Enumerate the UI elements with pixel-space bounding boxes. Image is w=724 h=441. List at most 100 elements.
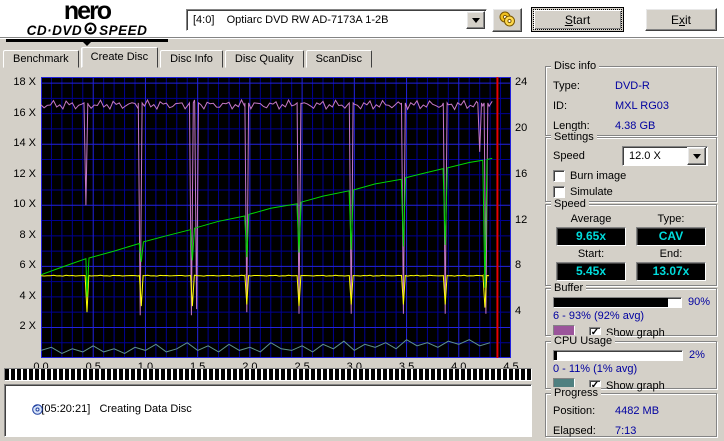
burn-image-row: Burn image (546, 166, 716, 182)
type-label: Type: (657, 213, 685, 225)
burn-image-checkbox[interactable] (553, 170, 565, 182)
exit-button-label: Exit (670, 12, 691, 27)
average-label: Average (570, 213, 612, 225)
simulate-row: Simulate (546, 182, 716, 198)
position-row: Position: 4482 MB (553, 401, 716, 421)
y-axis-right-label: 16 (515, 167, 528, 180)
start-button-label: Start (564, 12, 591, 27)
speed-select-dropdown-button[interactable] (687, 147, 706, 165)
end-speed-display: 13.07x (636, 262, 706, 281)
speed-type-display: CAV (636, 227, 706, 246)
chart-plot-area (40, 77, 511, 358)
chevron-down-icon (471, 17, 480, 23)
y-axis-left-label: 4 X (19, 289, 36, 302)
disc-type-label: Type: (553, 80, 580, 92)
start-speed-label: Start: (577, 248, 605, 260)
cpu-percent: 2% (689, 349, 705, 361)
write-progress-fill (5, 369, 531, 380)
speed-group: Speed Average Type: 9.65x CAV Start: End… (545, 198, 717, 286)
buffer-percent: 90% (687, 296, 710, 308)
cpu-show-graph-label: Show graph (606, 380, 665, 392)
y-axis-right-label: 20 (515, 121, 528, 134)
elapsed-row: Elapsed: 7:13 (553, 421, 716, 441)
buffer-range: 6 - 93% (92% avg) (553, 310, 645, 322)
buffer-group: Buffer 90% 6 - 93% (92% avg) ✓ Show grap… (545, 282, 717, 341)
burn-image-label: Burn image (570, 170, 627, 182)
speed-group-title: Speed (551, 198, 589, 210)
tab-disc-info[interactable]: Disc Info (160, 50, 223, 68)
start-button[interactable]: Start (531, 7, 624, 32)
tab-benchmark[interactable]: Benchmark (3, 50, 79, 68)
cpu-range: 0 - 11% (1% avg) (553, 363, 638, 375)
y-axis-left-label: 10 X (13, 198, 36, 211)
disc-info-title: Disc info (551, 60, 600, 72)
tab-bar: Benchmark Create Disc Disc Info Disc Qua… (3, 47, 374, 68)
settings-group: Settings Speed 12.0 X Burn image Simulat… (545, 131, 717, 202)
status-log[interactable]: [05:20:21] Creating Data Disc [05:27:34]… (4, 384, 532, 437)
chart-canvas (40, 77, 511, 358)
y-axis-left-label: 12 X (13, 167, 36, 180)
position-label: Position: (553, 405, 596, 417)
write-progress-bar (4, 368, 532, 381)
disc-info-group: Disc info Type: DVD-R ID: MXL RG03 Lengt… (545, 60, 717, 136)
simulate-checkbox[interactable] (553, 186, 565, 198)
simulate-label: Simulate (570, 186, 613, 198)
log-text: Creating Data Disc (99, 403, 192, 415)
position-value: 4482 MB (615, 405, 660, 417)
nero-cd-dvd-speed-window: nero CD·DVD SPEED [4:0] Optiarc DVD RW A… (0, 0, 724, 441)
progress-group: Progress Position: 4482 MB Elapsed: 7:13 (545, 387, 717, 437)
logo-notch (83, 42, 91, 46)
tab-create-disc[interactable]: Create Disc (80, 47, 159, 68)
tab-scandisc[interactable]: ScanDisc (305, 50, 373, 68)
cpu-usage-bar (553, 349, 683, 361)
end-speed-label: End: (659, 248, 683, 260)
write-speed-chart: 2 X 4 X 6 X 8 X 10 X 12 X 14 X 16 X 18 X 4 8 12 16 20… (0, 68, 540, 376)
y-axis-right-label: 24 (515, 76, 528, 89)
create-disc-tool-button[interactable] (492, 8, 522, 32)
elapsed-label: Elapsed: (553, 425, 596, 437)
speed-select[interactable]: 12.0 X (622, 146, 708, 166)
y-axis-right-label: 8 (515, 259, 522, 272)
disc-id-row: ID: MXL RG03 (553, 96, 716, 116)
settings-title: Settings (551, 131, 597, 143)
elapsed-value: 7:13 (615, 425, 637, 437)
exit-button[interactable]: Exit (645, 8, 717, 31)
drive-selector-dropdown-button[interactable] (466, 11, 485, 29)
cpu-usage-group: CPU Usage 2% 0 - 11% (1% avg) ✓ Show gra… (545, 335, 717, 394)
cd-dvd-speed-wordmark: CD·DVD SPEED (6, 22, 168, 42)
disc-length-value: 4.38 GB (615, 120, 656, 132)
tab-disc-quality[interactable]: Disc Quality (224, 50, 304, 68)
cpu-usage-fill (554, 350, 557, 360)
progress-title: Progress (551, 387, 602, 399)
y-axis-left-label: 6 X (19, 259, 36, 272)
disc-icon (8, 389, 44, 435)
chevron-down-icon (692, 153, 701, 159)
y-axis-left-label: 16 X (13, 106, 36, 119)
nero-wordmark: nero (63, 0, 112, 25)
disc-id-value: MXL RG03 (615, 100, 670, 112)
drive-selector[interactable]: [4:0] Optiarc DVD RW AD-7173A 1-2B (186, 9, 487, 31)
disc-id-label: ID: (553, 100, 568, 112)
speed-label: Speed (553, 150, 585, 162)
y-axis-left-label: 8 X (19, 228, 36, 241)
y-axis-left-label: 2 X (19, 320, 36, 333)
y-axis-right-label: 12 (515, 213, 528, 226)
average-speed-display: 9.65x (556, 227, 626, 246)
toolbar-divider (0, 37, 724, 39)
nero-logo: nero CD·DVD SPEED (6, 0, 168, 46)
y-axis-left-label: 14 X (13, 137, 36, 150)
buffer-level-fill (554, 297, 669, 307)
flame-icon (84, 22, 97, 38)
log-time: [05:20:21] (41, 403, 91, 415)
y-axis-right-label: 4 (515, 305, 522, 318)
buffer-title: Buffer (551, 282, 587, 294)
log-line: [05:27:34] Speed:5-13 X CAV (9.65 X aver… (8, 432, 527, 436)
disc-type-row: Type: DVD-R (553, 76, 716, 96)
cpu-usage-title: CPU Usage (551, 335, 616, 347)
start-speed-display: 5.45x (556, 262, 626, 281)
discs-icon (497, 11, 517, 30)
toolbar: nero CD·DVD SPEED [4:0] Optiarc DVD RW A… (0, 0, 724, 46)
disc-type-value: DVD-R (615, 80, 650, 92)
buffer-level-bar (553, 296, 682, 308)
log-line: [05:20:21] Creating Data Disc (8, 387, 527, 432)
